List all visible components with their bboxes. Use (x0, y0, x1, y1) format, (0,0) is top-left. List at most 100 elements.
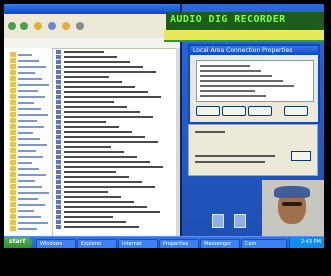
folder-up-icon[interactable] (34, 22, 42, 30)
folder-icon[interactable] (10, 214, 16, 219)
folder-icon[interactable] (10, 118, 16, 123)
folder-icon[interactable] (10, 202, 16, 207)
file-row[interactable] (56, 115, 174, 119)
folder-icon[interactable] (10, 208, 16, 213)
dialog-list-item[interactable] (200, 95, 266, 97)
file-row[interactable] (56, 75, 174, 79)
properties-button[interactable] (248, 106, 272, 116)
folder-icon[interactable] (10, 190, 16, 195)
folder-icon[interactable] (10, 82, 16, 87)
folder-tree[interactable] (4, 48, 53, 236)
file-row[interactable] (56, 100, 174, 104)
file-row[interactable] (56, 180, 174, 184)
taskbar-button[interactable]: Explorer (77, 239, 117, 248)
folder-icon[interactable] (10, 142, 16, 147)
dialog-list-item[interactable] (200, 65, 250, 67)
file-row[interactable] (56, 220, 174, 224)
file-row[interactable] (56, 60, 174, 64)
file-row[interactable] (56, 185, 174, 189)
properties-dialog[interactable]: Local Area Connection Properties (188, 44, 320, 124)
dialog-list-item[interactable] (200, 90, 255, 92)
folder-icon[interactable] (10, 130, 16, 135)
file-row[interactable] (56, 170, 174, 174)
folder-icon[interactable] (10, 178, 16, 183)
file-row[interactable] (56, 165, 174, 169)
file-row[interactable] (56, 200, 174, 204)
dialog-item-list[interactable] (196, 60, 314, 102)
file-row[interactable] (56, 150, 174, 154)
file-row[interactable] (56, 125, 174, 129)
folder-icon[interactable] (10, 124, 16, 129)
folder-icon[interactable] (10, 166, 16, 171)
file-row[interactable] (56, 120, 174, 124)
folder-icon[interactable] (10, 112, 16, 117)
file-row[interactable] (56, 105, 174, 109)
explorer-window[interactable] (4, 4, 182, 236)
my-computer-icon[interactable] (234, 214, 246, 228)
folder-icon[interactable] (10, 88, 16, 93)
taskbar-button[interactable]: Windows (36, 239, 76, 248)
folder-icon[interactable] (10, 148, 16, 153)
install-button[interactable] (196, 106, 220, 116)
file-row[interactable] (56, 140, 174, 144)
panel-button[interactable] (291, 151, 311, 161)
dialog-title-bar[interactable]: Local Area Connection Properties (190, 46, 318, 55)
system-tray[interactable]: 2:43 PM (289, 237, 324, 248)
uninstall-button[interactable] (222, 106, 246, 116)
file-row[interactable] (56, 130, 174, 134)
folder-icon[interactable] (10, 76, 16, 81)
file-row[interactable] (56, 145, 174, 149)
file-row[interactable] (56, 210, 174, 214)
back-icon[interactable] (8, 22, 16, 30)
file-row[interactable] (56, 190, 174, 194)
dialog-list-item[interactable] (200, 80, 283, 82)
file-row[interactable] (56, 85, 174, 89)
search-icon[interactable] (48, 22, 56, 30)
file-row[interactable] (56, 175, 174, 179)
file-row[interactable] (56, 55, 174, 59)
folder-icon[interactable] (10, 136, 16, 141)
folder-icon[interactable] (10, 100, 16, 105)
file-row[interactable] (56, 65, 174, 69)
taskbar-button[interactable]: Cam (241, 239, 287, 248)
taskbar-button[interactable]: Messenger (200, 239, 240, 248)
file-list[interactable] (54, 48, 176, 236)
file-row[interactable] (56, 90, 174, 94)
folder-icon[interactable] (10, 52, 16, 57)
file-row[interactable] (56, 225, 174, 229)
recycle-bin-icon[interactable] (212, 214, 224, 228)
folder-icon[interactable] (10, 160, 16, 165)
file-row[interactable] (56, 50, 174, 54)
dialog-list-item[interactable] (200, 85, 294, 87)
ok-button[interactable] (284, 106, 308, 116)
taskbar-button[interactable]: Internet (118, 239, 158, 248)
file-row[interactable] (56, 205, 174, 209)
folder-icon[interactable] (10, 184, 16, 189)
file-row[interactable] (56, 70, 174, 74)
file-row[interactable] (56, 215, 174, 219)
views-icon[interactable] (76, 22, 84, 30)
file-row[interactable] (56, 95, 174, 99)
folder-icon[interactable] (10, 220, 16, 225)
folders-icon[interactable] (62, 22, 70, 30)
folder-icon[interactable] (10, 64, 16, 69)
taskbar-button[interactable]: Properties (159, 239, 199, 248)
file-row[interactable] (56, 80, 174, 84)
folder-icon[interactable] (10, 154, 16, 159)
folder-icon[interactable] (10, 172, 16, 177)
start-button[interactable]: start (4, 237, 32, 248)
file-row[interactable] (56, 195, 174, 199)
explorer-scrollbar[interactable] (176, 48, 180, 236)
dialog-list-item[interactable] (200, 75, 272, 77)
file-row[interactable] (56, 160, 174, 164)
folder-icon[interactable] (10, 70, 16, 75)
forward-icon[interactable] (20, 22, 28, 30)
dialog-list-item[interactable] (200, 70, 261, 72)
explorer-title-bar[interactable] (4, 4, 180, 14)
file-row[interactable] (56, 135, 174, 139)
folder-icon[interactable] (10, 58, 16, 63)
folder-icon[interactable] (10, 106, 16, 111)
file-row[interactable] (56, 155, 174, 159)
folder-icon[interactable] (10, 196, 16, 201)
file-row[interactable] (56, 110, 174, 114)
